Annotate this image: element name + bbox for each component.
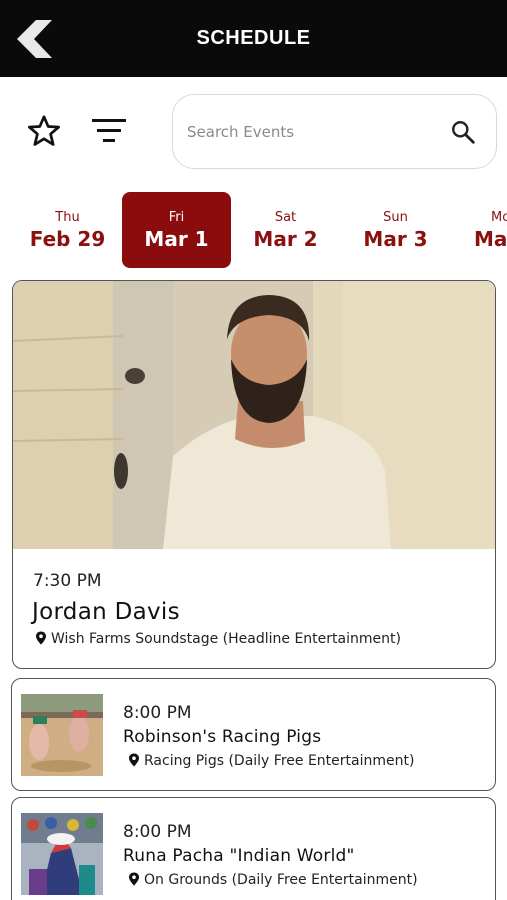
event-name: Runa Pacha "Indian World": [123, 846, 355, 866]
featured-event-card[interactable]: 7:30 PM Jordan Davis Wish Farms Soundsta…: [12, 280, 496, 669]
filter-icon[interactable]: [90, 116, 128, 146]
event-card[interactable]: 8:00 PM Runa Pacha "Indian World" On Gro…: [11, 797, 496, 900]
date-tab-date: Mar 3: [363, 227, 428, 251]
date-tab-date: Mar 2: [253, 227, 318, 251]
date-tab-date: Ma: [474, 227, 507, 251]
event-time: 8:00 PM: [123, 822, 192, 842]
event-thumbnail: [21, 813, 103, 895]
date-tab-date: Mar 1: [144, 227, 209, 251]
date-selector: Thu Feb 29 Fri Mar 1 Sat Mar 2 Sun Mar 3…: [0, 192, 507, 268]
date-tab-mar-4[interactable]: Mo Ma: [455, 192, 507, 268]
date-tab-weekday: Sat: [274, 210, 297, 225]
event-name: Robinson's Racing Pigs: [123, 727, 322, 747]
location-pin-icon: [36, 631, 46, 645]
date-tab-weekday: Sun: [383, 210, 408, 225]
event-location: Wish Farms Soundstage (Headline Entertai…: [35, 631, 401, 647]
star-outline-icon[interactable]: [25, 113, 63, 149]
event-location-text: Racing Pigs (Daily Free Entertainment): [144, 753, 415, 769]
event-card[interactable]: 8:00 PM Robinson's Racing Pigs Racing Pi…: [11, 678, 496, 791]
event-location-text: Wish Farms Soundstage (Headline Entertai…: [51, 631, 401, 647]
event-photo: [13, 281, 495, 549]
date-tab-weekday: Fri: [168, 210, 185, 225]
event-name: Jordan Davis: [32, 599, 180, 625]
event-location: Racing Pigs (Daily Free Entertainment): [128, 753, 414, 769]
date-tab-mar-2[interactable]: Sat Mar 2: [231, 192, 340, 268]
search-box: [172, 94, 497, 169]
location-pin-icon: [129, 753, 139, 767]
event-thumbnail: [21, 694, 103, 776]
date-tab-mar-1[interactable]: Fri Mar 1: [122, 192, 231, 268]
app-header: SCHEDULE: [0, 0, 507, 77]
search-icon[interactable]: [450, 119, 476, 145]
event-location-text: On Grounds (Daily Free Entertainment): [144, 872, 418, 888]
date-tab-weekday: Thu: [55, 210, 80, 225]
date-tab-mar-3[interactable]: Sun Mar 3: [341, 192, 450, 268]
location-pin-icon: [129, 872, 139, 886]
page-title: SCHEDULE: [196, 27, 311, 49]
search-input[interactable]: [187, 117, 437, 147]
date-tab-feb-29[interactable]: Thu Feb 29: [13, 192, 122, 268]
event-time: 8:00 PM: [123, 703, 192, 723]
event-location: On Grounds (Daily Free Entertainment): [128, 872, 418, 888]
event-time: 7:30 PM: [33, 571, 102, 591]
date-tab-date: Feb 29: [29, 227, 106, 251]
date-tab-weekday: Mo: [491, 210, 507, 225]
